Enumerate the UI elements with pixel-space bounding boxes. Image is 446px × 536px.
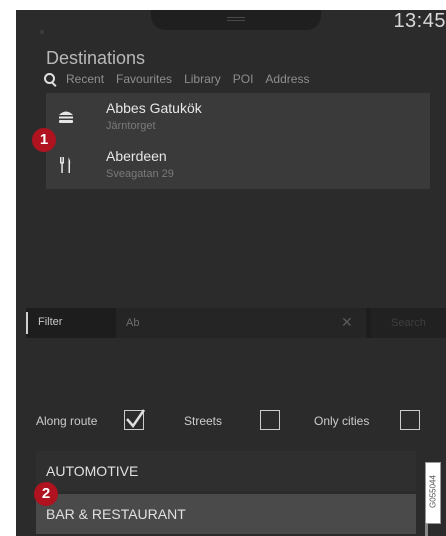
category-item[interactable]: BAR & RESTAURANT [36,494,416,534]
search-button-label: Search [391,317,426,329]
option-along-route-label: Along route [36,414,98,428]
category-label: AUTOMOTIVE [46,463,139,479]
tab-bar: Recent Favourites Library POI Address [44,70,321,88]
close-icon[interactable]: ✕ [341,314,353,331]
tab-library[interactable]: Library [184,72,221,86]
handle-line [227,17,245,18]
figure-frame: 13:45 Destinations Recent Favourites Lib… [0,0,446,536]
search-button[interactable]: Search [371,308,446,338]
figure-code-label: G055044 [425,462,441,524]
figure-code: G055044 [428,475,438,508]
only-cities-checkbox[interactable] [400,410,420,430]
streets-checkbox[interactable] [260,410,280,430]
tab-address[interactable]: Address [265,72,309,86]
handle-line [227,20,245,21]
result-item[interactable]: Abbes Gatukök Järntorget [46,93,430,139]
status-time: 13:45 [393,10,446,32]
callout-badge: 1 [32,128,56,152]
result-item[interactable]: Aberdeen Sveagatan 29 [46,141,430,187]
tab-recent[interactable]: Recent [66,72,104,86]
option-streets-label: Streets [184,414,223,428]
result-address: Järntorget [106,120,156,132]
option-only-cities-label: Only cities [314,414,370,428]
filter-input[interactable]: Ab ✕ [116,308,366,338]
center-display: 13:45 Destinations Recent Favourites Lib… [16,10,446,536]
filter-label: Filter [38,316,63,328]
category-item[interactable]: AUTOMOTIVE [36,451,416,491]
search-results-list: Abbes Gatukök Järntorget Aberdeen Sveaga… [46,93,430,189]
camera-dot [40,30,44,34]
checkmark-icon [126,409,146,429]
filter-query: Ab [126,317,140,329]
tab-favourites[interactable]: Favourites [116,72,172,86]
search-icon[interactable] [44,73,56,85]
callout-badge: 2 [34,482,58,506]
tab-poi[interactable]: POI [233,72,254,86]
result-name: Aberdeen [106,148,167,164]
burger-icon [56,107,76,127]
category-label: BAR & RESTAURANT [46,506,186,522]
result-address: Sveagatan 29 [106,168,174,180]
page-title: Destinations [46,48,146,68]
result-name: Abbes Gatukök [106,100,202,116]
restaurant-icon [56,155,76,175]
filter-accent [26,312,28,334]
along-route-checkbox[interactable] [124,409,146,430]
top-drag-handle[interactable] [151,10,321,30]
filter-bar: Filter Ab ✕ Search [26,308,446,338]
